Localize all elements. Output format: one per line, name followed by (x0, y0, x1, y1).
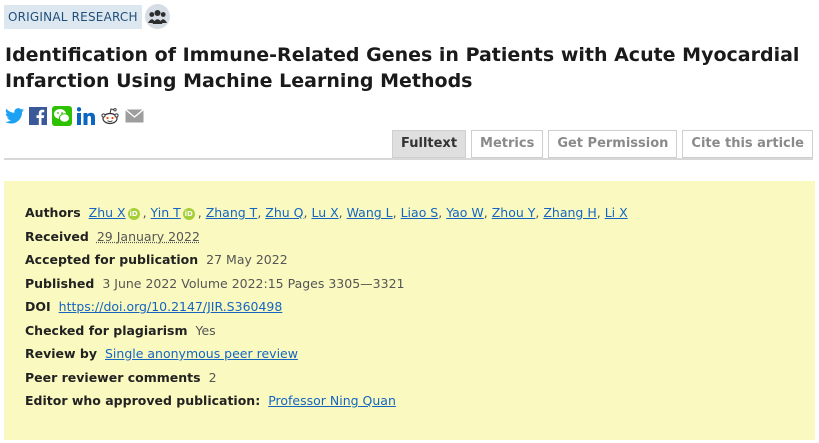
article-type-row: ORIGINAL RESEARCH (4, 4, 170, 29)
editor-link[interactable]: Professor Ning Quan (268, 393, 396, 408)
received-date: 29 January 2022 (96, 228, 200, 244)
author-link[interactable]: Wang L (347, 205, 393, 220)
comments-row: Peer reviewer comments 2 (25, 366, 794, 390)
email-icon[interactable] (124, 106, 144, 126)
wechat-icon[interactable] (52, 106, 72, 126)
editor-row: Editor who approved publication: Profess… (25, 389, 794, 413)
doi-label: DOI (25, 299, 51, 314)
accepted-row: Accepted for publication 27 May 2022 (25, 248, 794, 272)
author-link[interactable]: Zhang H (543, 205, 596, 220)
author-link[interactable]: Zhu Q (265, 205, 303, 220)
tab-cite-this-article[interactable]: Cite this article (682, 130, 813, 158)
published-row: Published 3 June 2022 Volume 2022:15 Pag… (25, 272, 794, 296)
published-label: Published (25, 275, 95, 291)
doi-link[interactable]: https://doi.org/10.2147/JIR.S360498 (59, 299, 283, 314)
orcid-icon[interactable]: iD (127, 207, 140, 220)
orcid-icon[interactable]: iD (182, 207, 195, 220)
received-label: Received (25, 228, 89, 244)
received-row: Received 29 January 2022 (25, 225, 794, 249)
author-link[interactable]: Yin T (151, 205, 181, 220)
twitter-icon[interactable] (4, 106, 24, 126)
published-info: 3 June 2022 Volume 2022:15 Pages 3305—33… (102, 275, 405, 291)
doi-row: DOI https://doi.org/10.2147/JIR.S360498 (25, 295, 794, 319)
plagiarism-value: Yes (195, 322, 216, 338)
tab-metrics[interactable]: Metrics (471, 130, 544, 158)
article-info-panel: Authors Zhu XiD, Yin TiD, Zhang T, Zhu Q… (4, 181, 815, 440)
tab-get-permission[interactable]: Get Permission (548, 130, 678, 158)
facebook-icon[interactable] (28, 106, 48, 126)
comments-label: Peer reviewer comments (25, 369, 201, 385)
group-icon (144, 4, 170, 29)
author-link[interactable]: Zhang T (206, 205, 258, 220)
review-type-link[interactable]: Single anonymous peer review (105, 346, 298, 361)
author-link[interactable]: Yao W (446, 205, 484, 220)
plagiarism-label: Checked for plagiarism (25, 322, 188, 338)
review-label: Review by (25, 346, 98, 361)
author-link[interactable]: Zhou Y (492, 205, 536, 220)
authors-label: Authors (25, 205, 81, 220)
editor-label: Editor who approved publication: (25, 393, 261, 408)
article-title: Identification of Immune-Related Genes i… (5, 44, 800, 92)
review-row: Review by Single anonymous peer review (25, 342, 794, 366)
author-link[interactable]: Li X (605, 205, 628, 220)
author-link[interactable]: Lu X (311, 205, 338, 220)
linkedin-icon[interactable] (76, 106, 96, 126)
article-tabs: Fulltext Metrics Get Permission Cite thi… (392, 130, 813, 158)
comments-count: 2 (208, 369, 217, 385)
share-bar (4, 106, 144, 126)
tab-divider (4, 158, 813, 160)
plagiarism-row: Checked for plagiarism Yes (25, 319, 794, 343)
reddit-icon[interactable] (100, 106, 120, 126)
authors-row: Authors Zhu XiD, Yin TiD, Zhang T, Zhu Q… (25, 205, 628, 220)
tab-fulltext[interactable]: Fulltext (392, 130, 467, 158)
author-link[interactable]: Liao S (401, 205, 439, 220)
author-link[interactable]: Zhu X (89, 205, 126, 220)
accepted-label: Accepted for publication (25, 252, 199, 267)
article-type-badge[interactable]: ORIGINAL RESEARCH (4, 4, 142, 29)
accepted-date: 27 May 2022 (206, 252, 288, 267)
